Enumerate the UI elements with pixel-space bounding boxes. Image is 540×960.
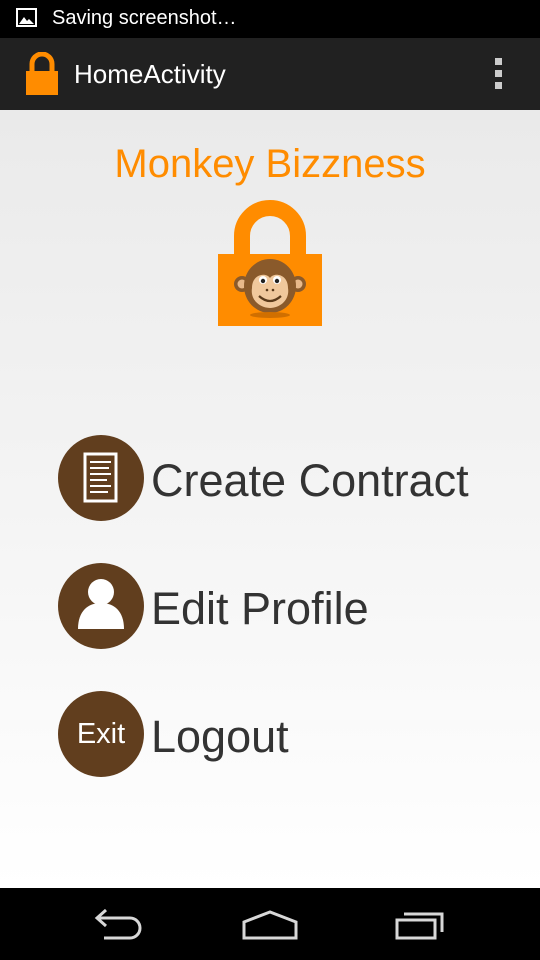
navigation-bar [0, 888, 540, 960]
brand-title: Monkey Bizzness [114, 142, 426, 186]
logout-label: Logout [151, 711, 289, 762]
back-icon[interactable] [90, 904, 150, 944]
action-bar-title: HomeActivity [74, 59, 226, 89]
action-bar: HomeActivity [0, 38, 540, 110]
exit-icon: Exit [58, 691, 144, 777]
edit-profile-label: Edit Profile [151, 583, 369, 634]
profile-person-icon [78, 579, 124, 629]
home-content: Monkey Bizzness Create Contract Edit Pro… [0, 110, 540, 888]
overflow-menu-icon[interactable] [484, 56, 514, 92]
monkey-lock-logo [218, 200, 322, 326]
contract-document-icon [83, 452, 118, 503]
contract-circle [58, 435, 144, 521]
profile-circle [58, 563, 144, 649]
image-icon [16, 8, 37, 27]
status-notification-text: Saving screenshot… [52, 7, 237, 29]
lock-icon[interactable] [22, 52, 62, 96]
home-icon[interactable] [240, 904, 300, 944]
edit-profile-button[interactable]: Edit Profile [58, 563, 498, 649]
create-contract-button[interactable]: Create Contract [58, 435, 498, 521]
status-bar: Saving screenshot… [0, 0, 540, 38]
create-contract-label: Create Contract [151, 455, 469, 506]
exit-icon-text: Exit [76, 718, 126, 750]
logout-button[interactable]: Exit Logout [58, 691, 498, 777]
recent-apps-icon[interactable] [392, 904, 452, 944]
